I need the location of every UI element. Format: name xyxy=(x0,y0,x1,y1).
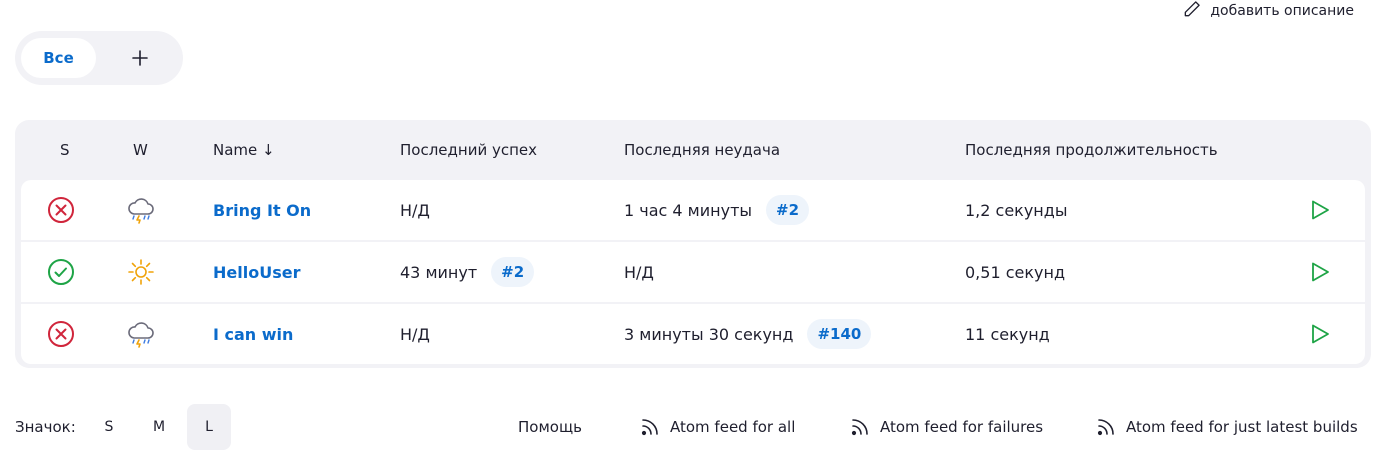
weather-storm-icon xyxy=(126,304,156,364)
job-link[interactable]: HelloUser xyxy=(213,263,300,282)
duration-text: 0,51 секунд xyxy=(965,262,1066,282)
atom-feed-latest-link[interactable]: Atom feed for just latest builds xyxy=(1096,404,1358,450)
jobs-table: S W Name ↓ Последний успех Последняя неу… xyxy=(15,120,1371,368)
column-header-status[interactable]: S xyxy=(60,141,70,159)
footer: Значок: S M L Помощь Atom feed for all A… xyxy=(0,404,1382,450)
rss-icon xyxy=(851,419,868,436)
run-build-button[interactable] xyxy=(1307,242,1331,302)
help-label: Помощь xyxy=(518,418,582,436)
add-description-link[interactable]: добавить описание xyxy=(1182,0,1354,22)
play-icon xyxy=(1312,200,1329,220)
duration-text: 11 секунд xyxy=(965,324,1050,344)
table-row: HelloUser 43 минут #2 Н/Д 0,51 секунд xyxy=(21,242,1365,302)
column-header-name[interactable]: Name ↓ xyxy=(213,141,275,159)
last-failure-text: 1 час 4 минуты xyxy=(624,200,753,220)
status-success-icon xyxy=(47,242,75,302)
weather-storm-icon xyxy=(126,180,156,240)
job-link[interactable]: Bring It On xyxy=(213,201,311,220)
table-body: Bring It On Н/Д 1 час 4 минуты #2 1,2 се… xyxy=(21,180,1365,364)
play-icon xyxy=(1312,324,1329,344)
play-icon xyxy=(1312,262,1329,282)
icon-size-s-button[interactable]: S xyxy=(87,404,131,450)
atom-feed-failures-link[interactable]: Atom feed for failures xyxy=(850,404,1043,450)
add-view-button[interactable] xyxy=(102,38,177,78)
duration-text: 1,2 секунды xyxy=(965,200,1068,220)
atom-feed-all-label: Atom feed for all xyxy=(670,418,796,436)
rss-icon xyxy=(641,419,658,436)
atom-feed-latest-label: Atom feed for just latest builds xyxy=(1126,418,1358,436)
column-header-last-success[interactable]: Последний успех xyxy=(400,141,537,159)
plus-icon xyxy=(131,50,148,66)
column-header-last-duration[interactable]: Последняя продолжительность xyxy=(965,141,1218,159)
build-number-link[interactable]: #2 xyxy=(491,257,535,287)
last-failure-text: Н/Д xyxy=(624,262,654,282)
table-row: I can win Н/Д 3 минуты 30 секунд #140 11… xyxy=(21,304,1365,364)
icon-size-l-button[interactable]: L xyxy=(187,404,231,450)
last-success-text: Н/Д xyxy=(400,324,430,344)
status-failed-icon xyxy=(47,180,75,240)
column-header-weather[interactable]: W xyxy=(133,141,148,159)
view-tabs: Все xyxy=(15,31,183,85)
icon-size-m-button[interactable]: M xyxy=(137,404,181,450)
icon-size-label: Значок: xyxy=(15,418,76,436)
last-success-text: Н/Д xyxy=(400,200,430,220)
add-description-label: добавить описание xyxy=(1210,3,1354,19)
build-number-link[interactable]: #2 xyxy=(766,195,810,225)
run-build-button[interactable] xyxy=(1307,304,1331,364)
rss-icon xyxy=(1097,419,1114,436)
run-build-button[interactable] xyxy=(1307,180,1331,240)
tab-all[interactable]: Все xyxy=(21,38,96,78)
atom-feed-failures-label: Atom feed for failures xyxy=(880,418,1044,436)
last-failure-text: 3 минуты 30 секунд xyxy=(624,324,794,344)
help-link[interactable]: Помощь xyxy=(518,404,582,450)
build-number-link[interactable]: #140 xyxy=(807,319,872,349)
column-header-last-failure[interactable]: Последняя неудача xyxy=(624,141,780,159)
weather-sunny-icon xyxy=(126,242,156,302)
job-link[interactable]: I can win xyxy=(213,325,293,344)
pencil-icon xyxy=(1182,0,1202,23)
atom-feed-all-link[interactable]: Atom feed for all xyxy=(640,404,795,450)
table-header: S W Name ↓ Последний успех Последняя неу… xyxy=(15,120,1371,180)
status-failed-icon xyxy=(47,304,75,364)
last-success-text: 43 минут xyxy=(400,262,478,282)
table-row: Bring It On Н/Д 1 час 4 минуты #2 1,2 се… xyxy=(21,180,1365,240)
